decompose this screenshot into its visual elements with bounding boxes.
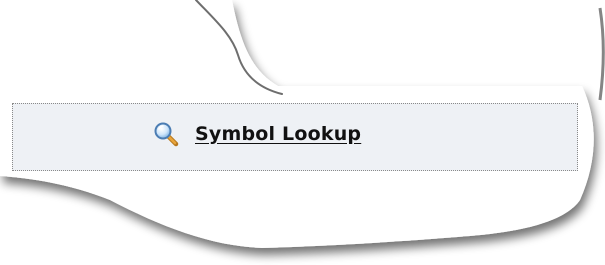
symbol-lookup-link[interactable]: Symbol Lookup [153,121,361,147]
search-icon [153,121,179,147]
symbol-lookup-label: Symbol Lookup [195,123,362,145]
snippet-canvas: Symbol Lookup [0,0,605,265]
